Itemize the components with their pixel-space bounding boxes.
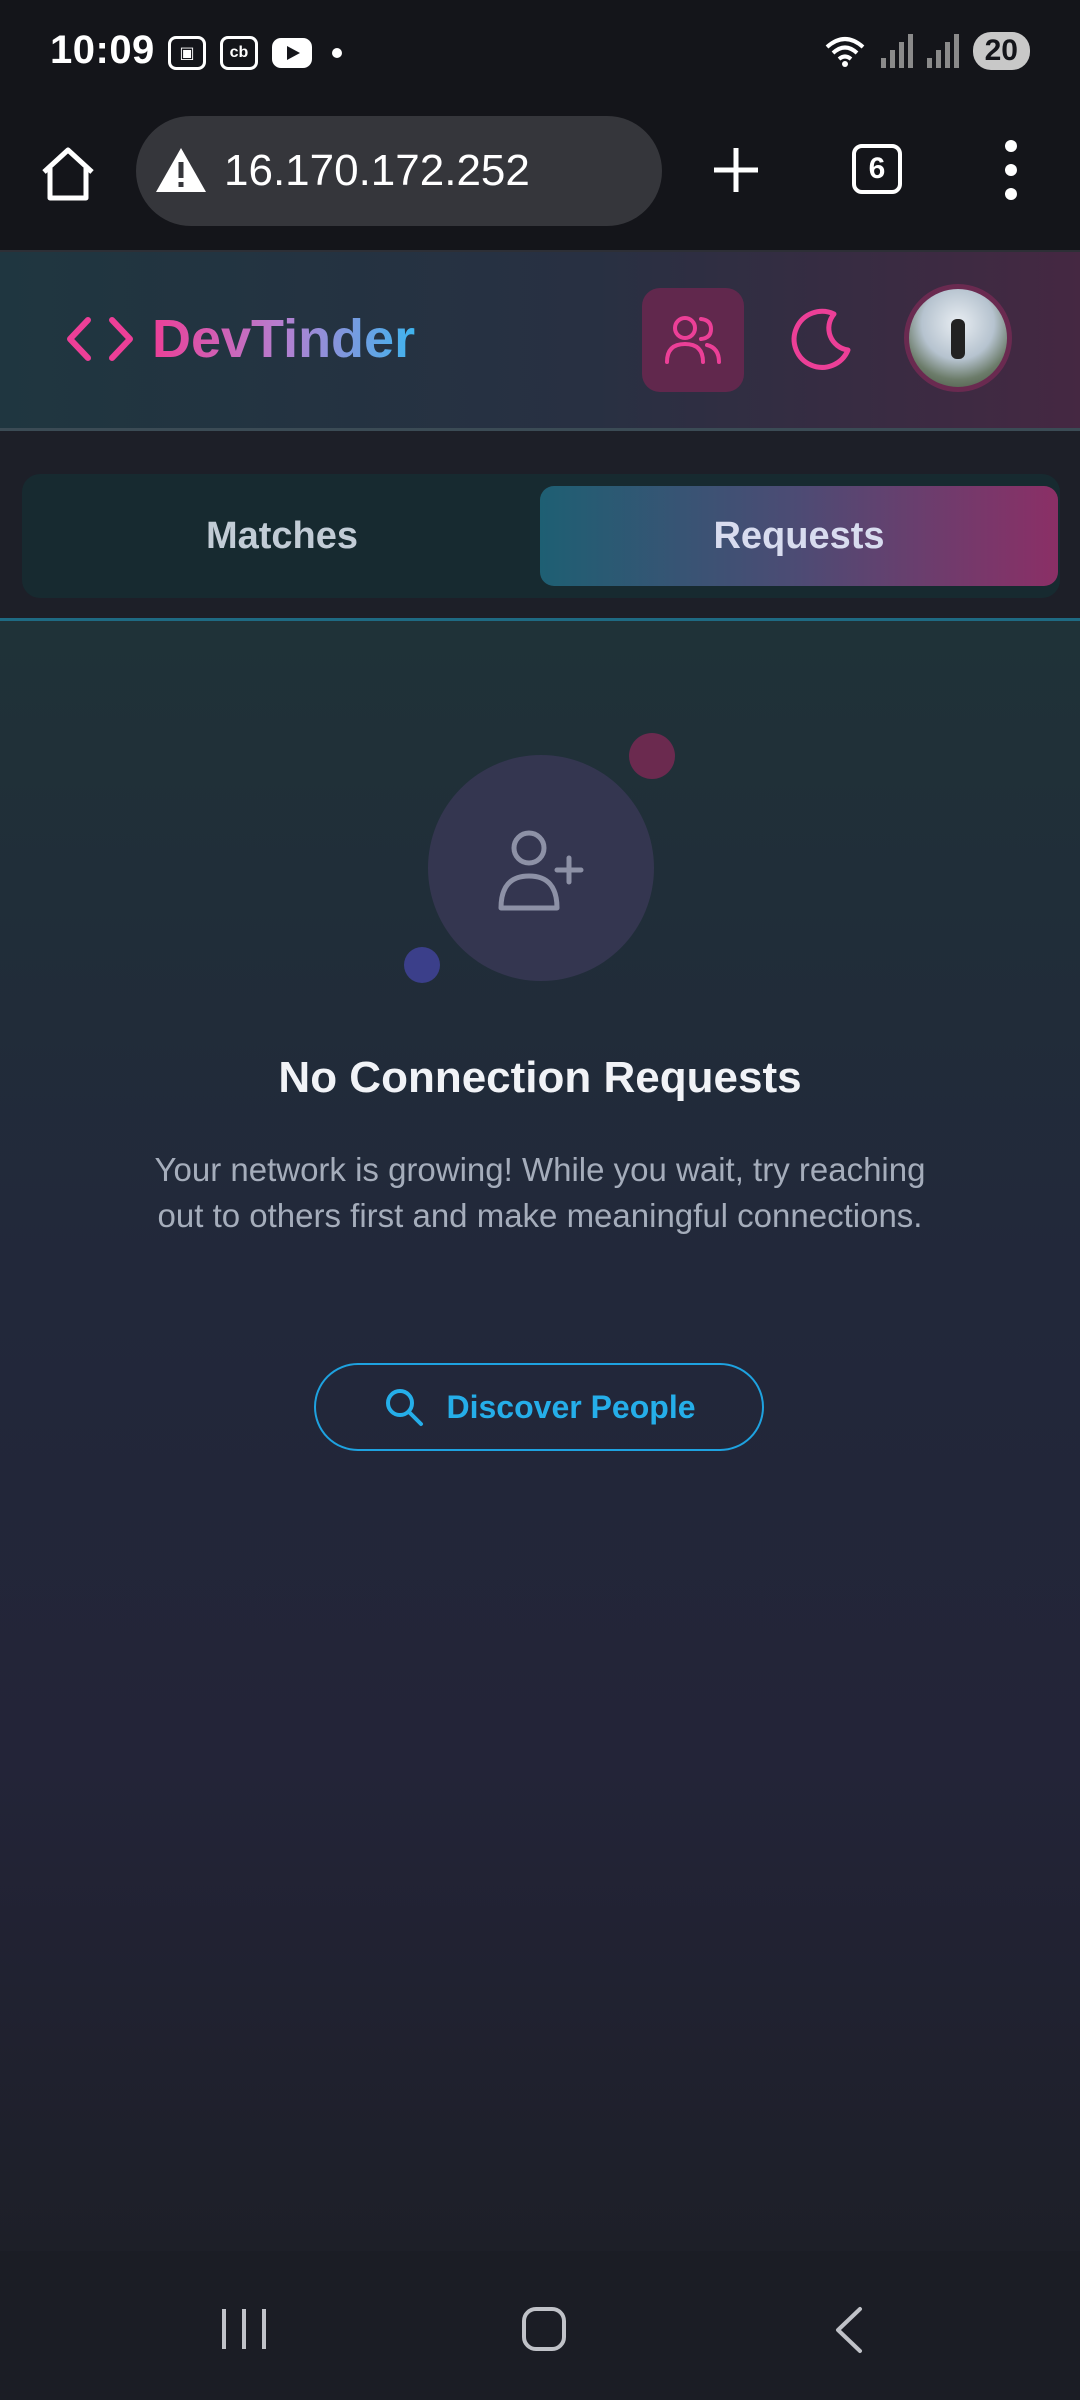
code-brackets-icon [67, 317, 133, 361]
signal-icon [880, 34, 913, 68]
url-text[interactable]: 16.170.172.252 [224, 146, 530, 196]
tab-switcher-button[interactable]: 6 [852, 144, 902, 194]
notification-icons: ▣ cb [168, 36, 342, 70]
avatar-photo [951, 319, 965, 359]
browser-toolbar: 16.170.172.252 6 [0, 110, 1080, 252]
more-menu-icon[interactable] [996, 140, 1026, 200]
empty-state-title: No Connection Requests [278, 1053, 802, 1102]
home-nav-icon[interactable] [522, 2307, 566, 2351]
decorative-dot [629, 733, 675, 779]
connections-tabs: Matches Requests [22, 474, 1060, 598]
status-time: 10:09 [50, 28, 155, 72]
brand-logo[interactable]: DevTinder [66, 308, 415, 370]
recents-icon[interactable] [222, 2309, 266, 2349]
app-header: DevTinder [0, 252, 1080, 431]
decorative-dot [404, 947, 440, 983]
warning-icon[interactable] [154, 146, 208, 194]
new-tab-icon[interactable] [706, 140, 766, 200]
user-plus-icon [498, 830, 584, 911]
brand-name: DevTinder [152, 309, 416, 369]
screenshot-icon: ▣ [168, 36, 206, 70]
wifi-icon [825, 37, 864, 67]
status-bar: 10:09 ▣ cb 20 [0, 0, 1080, 110]
tab-matches[interactable]: Matches [22, 486, 542, 586]
tab-requests[interactable]: Requests [540, 486, 1058, 586]
back-icon[interactable] [830, 2305, 870, 2355]
system-status-icons: 20 [823, 32, 1030, 70]
more-notifications-dot-icon [332, 48, 342, 58]
requests-panel: No Connection Requests Your network is g… [0, 621, 1080, 2251]
address-bar[interactable]: 16.170.172.252 [136, 116, 662, 226]
system-nav-bar [0, 2251, 1080, 2400]
empty-state-description: Your network is growing! While you wait,… [154, 1151, 926, 1234]
connections-button[interactable] [642, 288, 744, 392]
signal-2-icon [926, 34, 959, 68]
moon-icon[interactable] [786, 304, 858, 376]
users-icon [665, 316, 721, 364]
youtube-icon [272, 38, 312, 68]
cb-app-icon: cb [220, 36, 258, 70]
search-icon [385, 1389, 423, 1426]
home-icon[interactable] [36, 142, 100, 206]
discover-people-button[interactable]: Discover People [314, 1363, 764, 1451]
battery-indicator: 20 [972, 32, 1030, 70]
user-avatar[interactable] [904, 284, 1012, 392]
empty-state-illustration [428, 755, 654, 981]
discover-people-label: Discover People [446, 1388, 696, 1425]
